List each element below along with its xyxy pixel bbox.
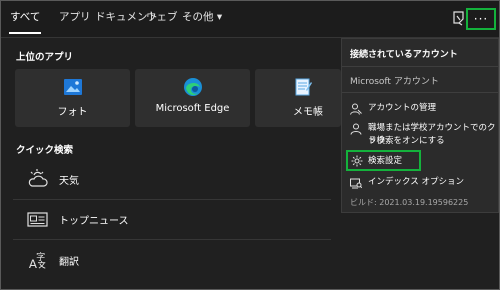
menu-item-search-settings[interactable]: 検索設定: [346, 150, 421, 171]
quick-search-label: トップニュース: [59, 216, 129, 227]
search-window: すべて アプリ ドキュメント ウェブ その他 ▾ ··· 上位のアプリ フォト …: [0, 0, 500, 290]
build-version: ビルド: 2021.03.19.19596225: [350, 198, 469, 207]
tab-bar: すべて アプリ ドキュメント ウェブ その他 ▾ ···: [1, 1, 499, 37]
app-label: メモ帳: [293, 107, 323, 118]
menu-item-manage-account[interactable]: アカウントの管理: [346, 101, 496, 117]
news-icon: [27, 212, 48, 227]
account-manage-icon: [350, 103, 362, 115]
menu-item-label: アカウントの管理: [368, 103, 437, 113]
person-icon: [350, 123, 362, 135]
tab-more-filters[interactable]: その他 ▾: [182, 10, 222, 24]
quick-search-heading: クイック検索: [16, 145, 74, 156]
app-tile-edge[interactable]: Microsoft Edge: [135, 69, 250, 127]
app-tile-photos[interactable]: フォト: [15, 69, 130, 127]
menu-title: 接続されているアカウント: [350, 50, 458, 60]
svg-text:字: 字: [36, 251, 45, 263]
translate-icon: A 字: [29, 251, 46, 270]
app-label: Microsoft Edge: [155, 103, 230, 114]
more-options-button[interactable]: ···: [466, 8, 496, 30]
gear-icon: [351, 155, 363, 167]
top-apps-heading: 上位のアプリ: [16, 52, 74, 63]
row-divider: [13, 239, 331, 240]
app-label: フォト: [57, 107, 88, 118]
quick-search-label: 天気: [59, 176, 79, 187]
menu-divider: [342, 92, 498, 93]
menu-item-index-options[interactable]: インデックス オプション: [346, 175, 496, 191]
notepad-icon: [295, 78, 312, 96]
tab-all[interactable]: すべて: [10, 10, 40, 24]
photos-icon: [63, 79, 82, 95]
weather-icon: [28, 169, 48, 187]
quick-search-translate[interactable]: A 字 翻訳: [13, 242, 331, 278]
app-tile-notepad[interactable]: メモ帳: [255, 69, 341, 127]
more-options-menu: 接続されているアカウント Microsoft アカウント アカウントの管理 職場…: [341, 38, 499, 213]
menu-item-label: 検索設定: [368, 156, 403, 166]
menu-item-label: インデックス オプション: [368, 177, 464, 187]
quick-search-weather[interactable]: 天気: [13, 161, 331, 197]
row-divider: [13, 199, 331, 200]
active-tab-indicator: [9, 32, 41, 34]
menu-item-label-line2: ド検索をオンにする: [368, 136, 445, 146]
menu-account-name: Microsoft アカウント: [350, 77, 439, 87]
menu-item-cloud-search[interactable]: 職場または学校アカウントでのクラウ ド検索をオンにする: [346, 121, 496, 149]
menu-divider: [342, 66, 498, 67]
index-icon: [350, 178, 362, 189]
tab-apps[interactable]: アプリ: [59, 10, 91, 24]
quick-search-news[interactable]: トップニュース: [13, 201, 331, 237]
edge-icon: [183, 78, 202, 96]
quick-search-label: 翻訳: [59, 257, 79, 268]
tab-web[interactable]: ウェブ: [146, 10, 178, 24]
